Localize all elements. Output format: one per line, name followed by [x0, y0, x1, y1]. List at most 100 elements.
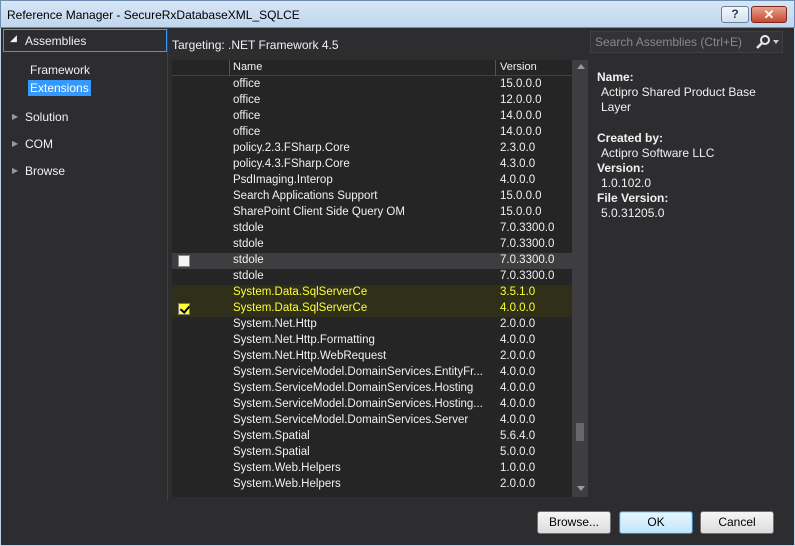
search-input[interactable] [595, 34, 745, 50]
table-row[interactable]: stdole 7.0.3300.0 [172, 253, 572, 269]
nav-section-assemblies[interactable]: ◢ Assemblies [3, 29, 167, 52]
assembly-name: stdole [233, 222, 264, 234]
table-row[interactable]: System.ServiceModel.DomainServices.Serve… [172, 413, 572, 429]
assembly-name: SharePoint Client Side Query OM [233, 206, 405, 218]
assembly-version: 15.0.0.0 [500, 190, 542, 202]
table-row[interactable]: System.Net.Http.WebRequest 2.0.0.0 [172, 349, 572, 365]
scroll-down-icon[interactable] [577, 486, 585, 491]
table-row[interactable]: System.ServiceModel.DomainServices.Entit… [172, 365, 572, 381]
scrollbar-thumb[interactable] [576, 423, 584, 441]
list-header: Name Version [172, 60, 572, 76]
assembly-version: 4.3.0.0 [500, 158, 536, 170]
table-row[interactable]: office 14.0.0.0 [172, 109, 572, 125]
nav-item-extensions[interactable]: Extensions [28, 80, 91, 96]
help-button[interactable]: ? [721, 6, 749, 23]
scroll-up-icon[interactable] [577, 64, 585, 69]
table-row[interactable]: System.Spatial 5.0.0.0 [172, 445, 572, 461]
table-row[interactable]: policy.2.3.FSharp.Core 2.3.0.0 [172, 141, 572, 157]
assembly-version: 7.0.3300.0 [500, 270, 555, 282]
search-box[interactable] [590, 31, 783, 53]
column-divider [229, 60, 230, 76]
assembly-name: System.ServiceModel.DomainServices.Entit… [233, 366, 483, 378]
table-row[interactable]: System.ServiceModel.DomainServices.Hosti… [172, 397, 572, 413]
assembly-name: System.ServiceModel.DomainServices.Hosti… [233, 398, 483, 410]
table-row[interactable]: stdole 7.0.3300.0 [172, 237, 572, 253]
assembly-version: 2.0.0.0 [500, 478, 536, 490]
table-row[interactable]: Search Applications Support 15.0.0.0 [172, 189, 572, 205]
footer: Browse... OK Cancel [1, 500, 794, 545]
assembly-name: office [233, 94, 261, 106]
table-row[interactable]: SharePoint Client Side Query OM 15.0.0.0 [172, 205, 572, 221]
collapsed-triangle-icon: ▶ [12, 139, 19, 148]
assembly-name: policy.2.3.FSharp.Core [233, 142, 350, 154]
assembly-list: Name Version office 15.0.0.0 office 12.0.0.… [172, 60, 588, 497]
assembly-version: 4.0.0.0 [500, 382, 536, 394]
assembly-name: stdole [233, 270, 264, 282]
table-row[interactable]: System.Net.Http.Formatting 4.0.0.0 [172, 333, 572, 349]
collapsed-triangle-icon: ▶ [12, 166, 19, 175]
detail-name-label: Name: [597, 70, 634, 84]
nav-category-label: Browse [25, 164, 66, 178]
table-row[interactable]: office 12.0.0.0 [172, 93, 572, 109]
assembly-version: 2.0.0.0 [500, 318, 536, 330]
table-row[interactable]: stdole 7.0.3300.0 [172, 221, 572, 237]
assembly-name: System.Web.Helpers [233, 478, 341, 490]
detail-version-label: Version: [597, 161, 645, 175]
row-checkbox[interactable] [178, 303, 190, 315]
assembly-version: 7.0.3300.0 [500, 238, 555, 250]
detail-name-value: Actipro Shared Product Base Layer [601, 85, 756, 114]
assembly-version: 2.0.0.0 [500, 350, 536, 362]
table-row[interactable]: System.Data.SqlServerCe 4.0.0.0 [172, 301, 572, 317]
table-row[interactable]: System.Data.SqlServerCe 3.5.1.0 [172, 285, 572, 301]
table-row[interactable]: System.ServiceModel.DomainServices.Hosti… [172, 381, 572, 397]
browse-button[interactable]: Browse... [537, 511, 611, 534]
assembly-name: System.Spatial [233, 446, 310, 458]
table-row[interactable]: System.Web.Helpers 2.0.0.0 [172, 477, 572, 493]
table-row[interactable]: office 14.0.0.0 [172, 125, 572, 141]
column-header-name[interactable]: Name [233, 61, 262, 73]
assembly-version: 15.0.0.0 [500, 78, 542, 90]
assembly-version: 4.0.0.0 [500, 334, 536, 346]
cancel-button[interactable]: Cancel [700, 511, 774, 534]
nav-category-label: Solution [25, 110, 69, 124]
table-row[interactable]: office 15.0.0.0 [172, 77, 572, 93]
chevron-down-icon[interactable] [773, 40, 779, 44]
collapsed-triangle-icon: ▶ [12, 112, 19, 121]
row-checkbox[interactable] [178, 255, 190, 267]
assembly-version: 12.0.0.0 [500, 94, 542, 106]
title-bar: Reference Manager - SecureRxDatabaseXML_… [0, 0, 795, 28]
column-header-version[interactable]: Version [500, 61, 537, 73]
assembly-name: stdole [233, 238, 264, 250]
assembly-name: PsdImaging.Interop [233, 174, 333, 186]
table-row[interactable]: System.Spatial 5.6.4.0 [172, 429, 572, 445]
vertical-scrollbar[interactable] [572, 60, 588, 497]
ok-button[interactable]: OK [619, 511, 693, 534]
table-row[interactable]: PsdImaging.Interop 4.0.0.0 [172, 173, 572, 189]
close-button[interactable]: ✕ [751, 6, 787, 23]
assembly-version: 7.0.3300.0 [500, 254, 555, 266]
detail-version-value: 1.0.102.0 [601, 176, 652, 190]
assembly-version: 2.3.0.0 [500, 142, 536, 154]
table-row[interactable]: policy.4.3.FSharp.Core 4.3.0.0 [172, 157, 572, 173]
assembly-name: System.Data.SqlServerCe [233, 302, 368, 314]
assembly-version: 3.5.1.0 [500, 286, 536, 298]
nav-section-label: Assemblies [25, 34, 87, 48]
assembly-name: System.Data.SqlServerCe [233, 286, 368, 298]
search-icon[interactable] [755, 34, 773, 50]
detail-file-version-value: 5.0.31205.0 [601, 206, 665, 220]
assembly-name: System.Spatial [233, 430, 310, 442]
assembly-name: System.ServiceModel.DomainServices.Hosti… [233, 382, 474, 394]
table-row[interactable]: stdole 7.0.3300.0 [172, 269, 572, 285]
nav-category-label: COM [25, 137, 53, 151]
assembly-version: 4.0.0.0 [500, 302, 536, 314]
nav-item-framework[interactable]: Framework [28, 62, 92, 78]
assembly-name: System.ServiceModel.DomainServices.Serve… [233, 414, 469, 426]
table-row[interactable]: System.Web.Helpers 1.0.0.0 [172, 461, 572, 477]
table-row[interactable]: System.Net.Http 2.0.0.0 [172, 317, 572, 333]
detail-created-value: Actipro Software LLC [601, 146, 715, 160]
assembly-name: office [233, 78, 261, 90]
targeting-label: Targeting: .NET Framework 4.5 [172, 38, 339, 52]
assembly-version: 1.0.0.0 [500, 462, 536, 474]
column-divider [495, 60, 496, 76]
assembly-name: office [233, 110, 261, 122]
